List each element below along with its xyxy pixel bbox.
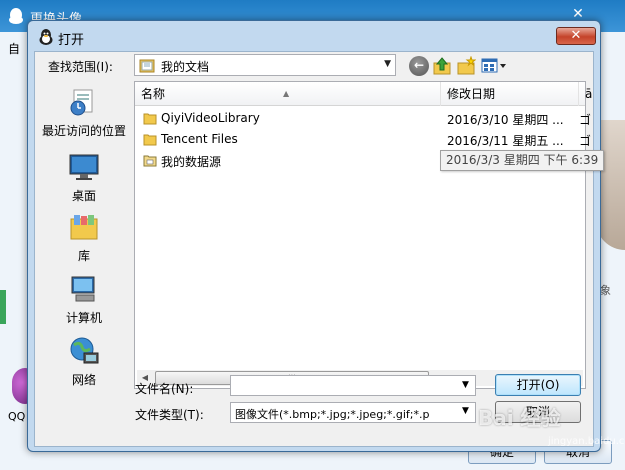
library-icon — [70, 215, 98, 240]
dialog-close-button[interactable]: ✕ — [556, 27, 596, 45]
column-header-date[interactable]: 修改日期 — [441, 82, 579, 106]
lookin-value: 我的文档 — [161, 60, 210, 74]
place-label: 网络 — [71, 373, 96, 387]
background-green-strip — [0, 290, 6, 324]
file-date: 2016/3/11 星期五 ... — [447, 134, 564, 148]
open-file-dialog: 打开 ✕ 查找范围(I): 我的文档 ▼ ← 最近访问的位置 桌面 库 计算机 … — [27, 20, 605, 452]
list-item[interactable]: QiyiVideoLibrary 2016/3/10 星期四 ... ゴ — [137, 109, 591, 129]
open-button[interactable]: 打开(O) — [495, 374, 581, 396]
place-library[interactable]: 库 — [36, 211, 132, 264]
sort-ascending-icon: ▲ — [283, 89, 290, 98]
filename-input[interactable] — [230, 375, 476, 396]
list-item[interactable]: Tencent Files 2016/3/11 星期五 ... ゴ — [137, 130, 591, 150]
list-header: 名称 ▲ 修改日期 ā — [135, 82, 592, 106]
file-extra: ゴ — [579, 134, 592, 148]
dialog-title: 打开 — [58, 33, 85, 48]
place-label: 计算机 — [65, 311, 102, 325]
chevron-down-icon[interactable]: ▼ — [462, 406, 469, 416]
filetype-dropdown[interactable]: 图像文件(*.bmp;*.jpg;*.jpeg;*.gif;*.p — [230, 402, 476, 423]
filename-label: 文件名(N): — [135, 382, 194, 396]
computer-icon — [71, 276, 95, 302]
lookin-dropdown[interactable]: 我的文档 ▼ — [134, 54, 396, 76]
file-extra: ゴ — [579, 113, 592, 127]
file-list[interactable]: 名称 ▲ 修改日期 ā QiyiVideoLibrary 2016/3/10 星… — [134, 81, 592, 389]
recent-places-icon — [70, 89, 93, 116]
place-label: 最近访问的位置 — [41, 124, 126, 138]
chevron-down-icon[interactable]: ▼ — [462, 380, 469, 390]
desktop-icon — [69, 154, 99, 180]
data-source-folder-icon — [143, 155, 157, 167]
column-header-extra[interactable]: ā — [579, 82, 592, 106]
column-header-label: 名称 — [141, 87, 166, 101]
place-label: 桌面 — [71, 189, 96, 203]
view-menu-icon[interactable] — [481, 57, 507, 75]
network-icon — [70, 337, 99, 364]
new-folder-icon[interactable] — [456, 56, 476, 76]
background-side-char: 象 — [600, 284, 611, 297]
file-name: Tencent Files — [161, 132, 238, 146]
arrow-left-icon: ← — [413, 58, 425, 72]
dialog-titlebar[interactable]: 打开 ✕ — [28, 21, 600, 51]
watermark-logo: Bai 经验 — [478, 406, 561, 430]
folder-icon — [143, 113, 157, 125]
background-qq-label: QQ — [8, 410, 26, 423]
chevron-down-icon[interactable]: ▼ — [384, 59, 391, 69]
date-tooltip: 2016/3/3 星期四 下午 6:39 — [440, 150, 605, 171]
back-button[interactable]: ← — [409, 56, 429, 76]
place-computer[interactable]: 计算机 — [36, 273, 132, 326]
place-label: 库 — [77, 249, 90, 263]
column-header-name[interactable]: 名称 ▲ — [135, 82, 441, 106]
file-name: 我的数据源 — [161, 155, 222, 169]
filetype-label: 文件类型(T): — [135, 408, 204, 422]
place-recent[interactable]: 最近访问的位置 — [36, 86, 132, 139]
place-desktop[interactable]: 桌面 — [36, 151, 132, 204]
file-date: 2016/3/10 星期四 ... — [447, 113, 564, 127]
watermark-url: jingyan.baidu.com — [548, 436, 625, 447]
documents-folder-icon — [139, 59, 155, 73]
place-network[interactable]: 网络 — [36, 335, 132, 388]
places-bar: 最近访问的位置 桌面 库 计算机 网络 — [36, 81, 132, 437]
lookin-label: 查找范围(I): — [48, 60, 113, 74]
file-name: QiyiVideoLibrary — [161, 111, 260, 125]
qq-penguin-icon — [9, 8, 23, 24]
qq-penguin-icon — [39, 29, 53, 45]
background-left-label: 自 — [8, 42, 21, 56]
up-one-level-icon[interactable] — [432, 56, 452, 76]
folder-icon — [143, 134, 157, 146]
